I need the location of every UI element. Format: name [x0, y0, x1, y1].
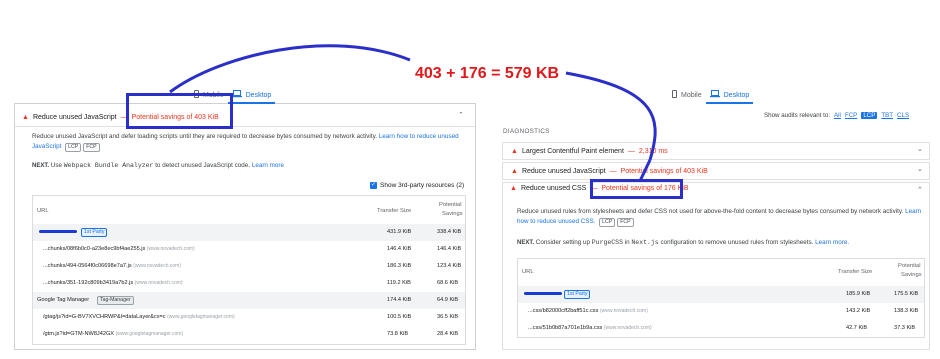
right-connector-line — [565, 71, 657, 161]
annotation-arrows — [169, 44, 657, 182]
right-connector-tail — [638, 159, 652, 182]
left-connector-line — [169, 44, 411, 94]
savings-equation: 403 + 176 = 579 KB — [415, 65, 560, 82]
